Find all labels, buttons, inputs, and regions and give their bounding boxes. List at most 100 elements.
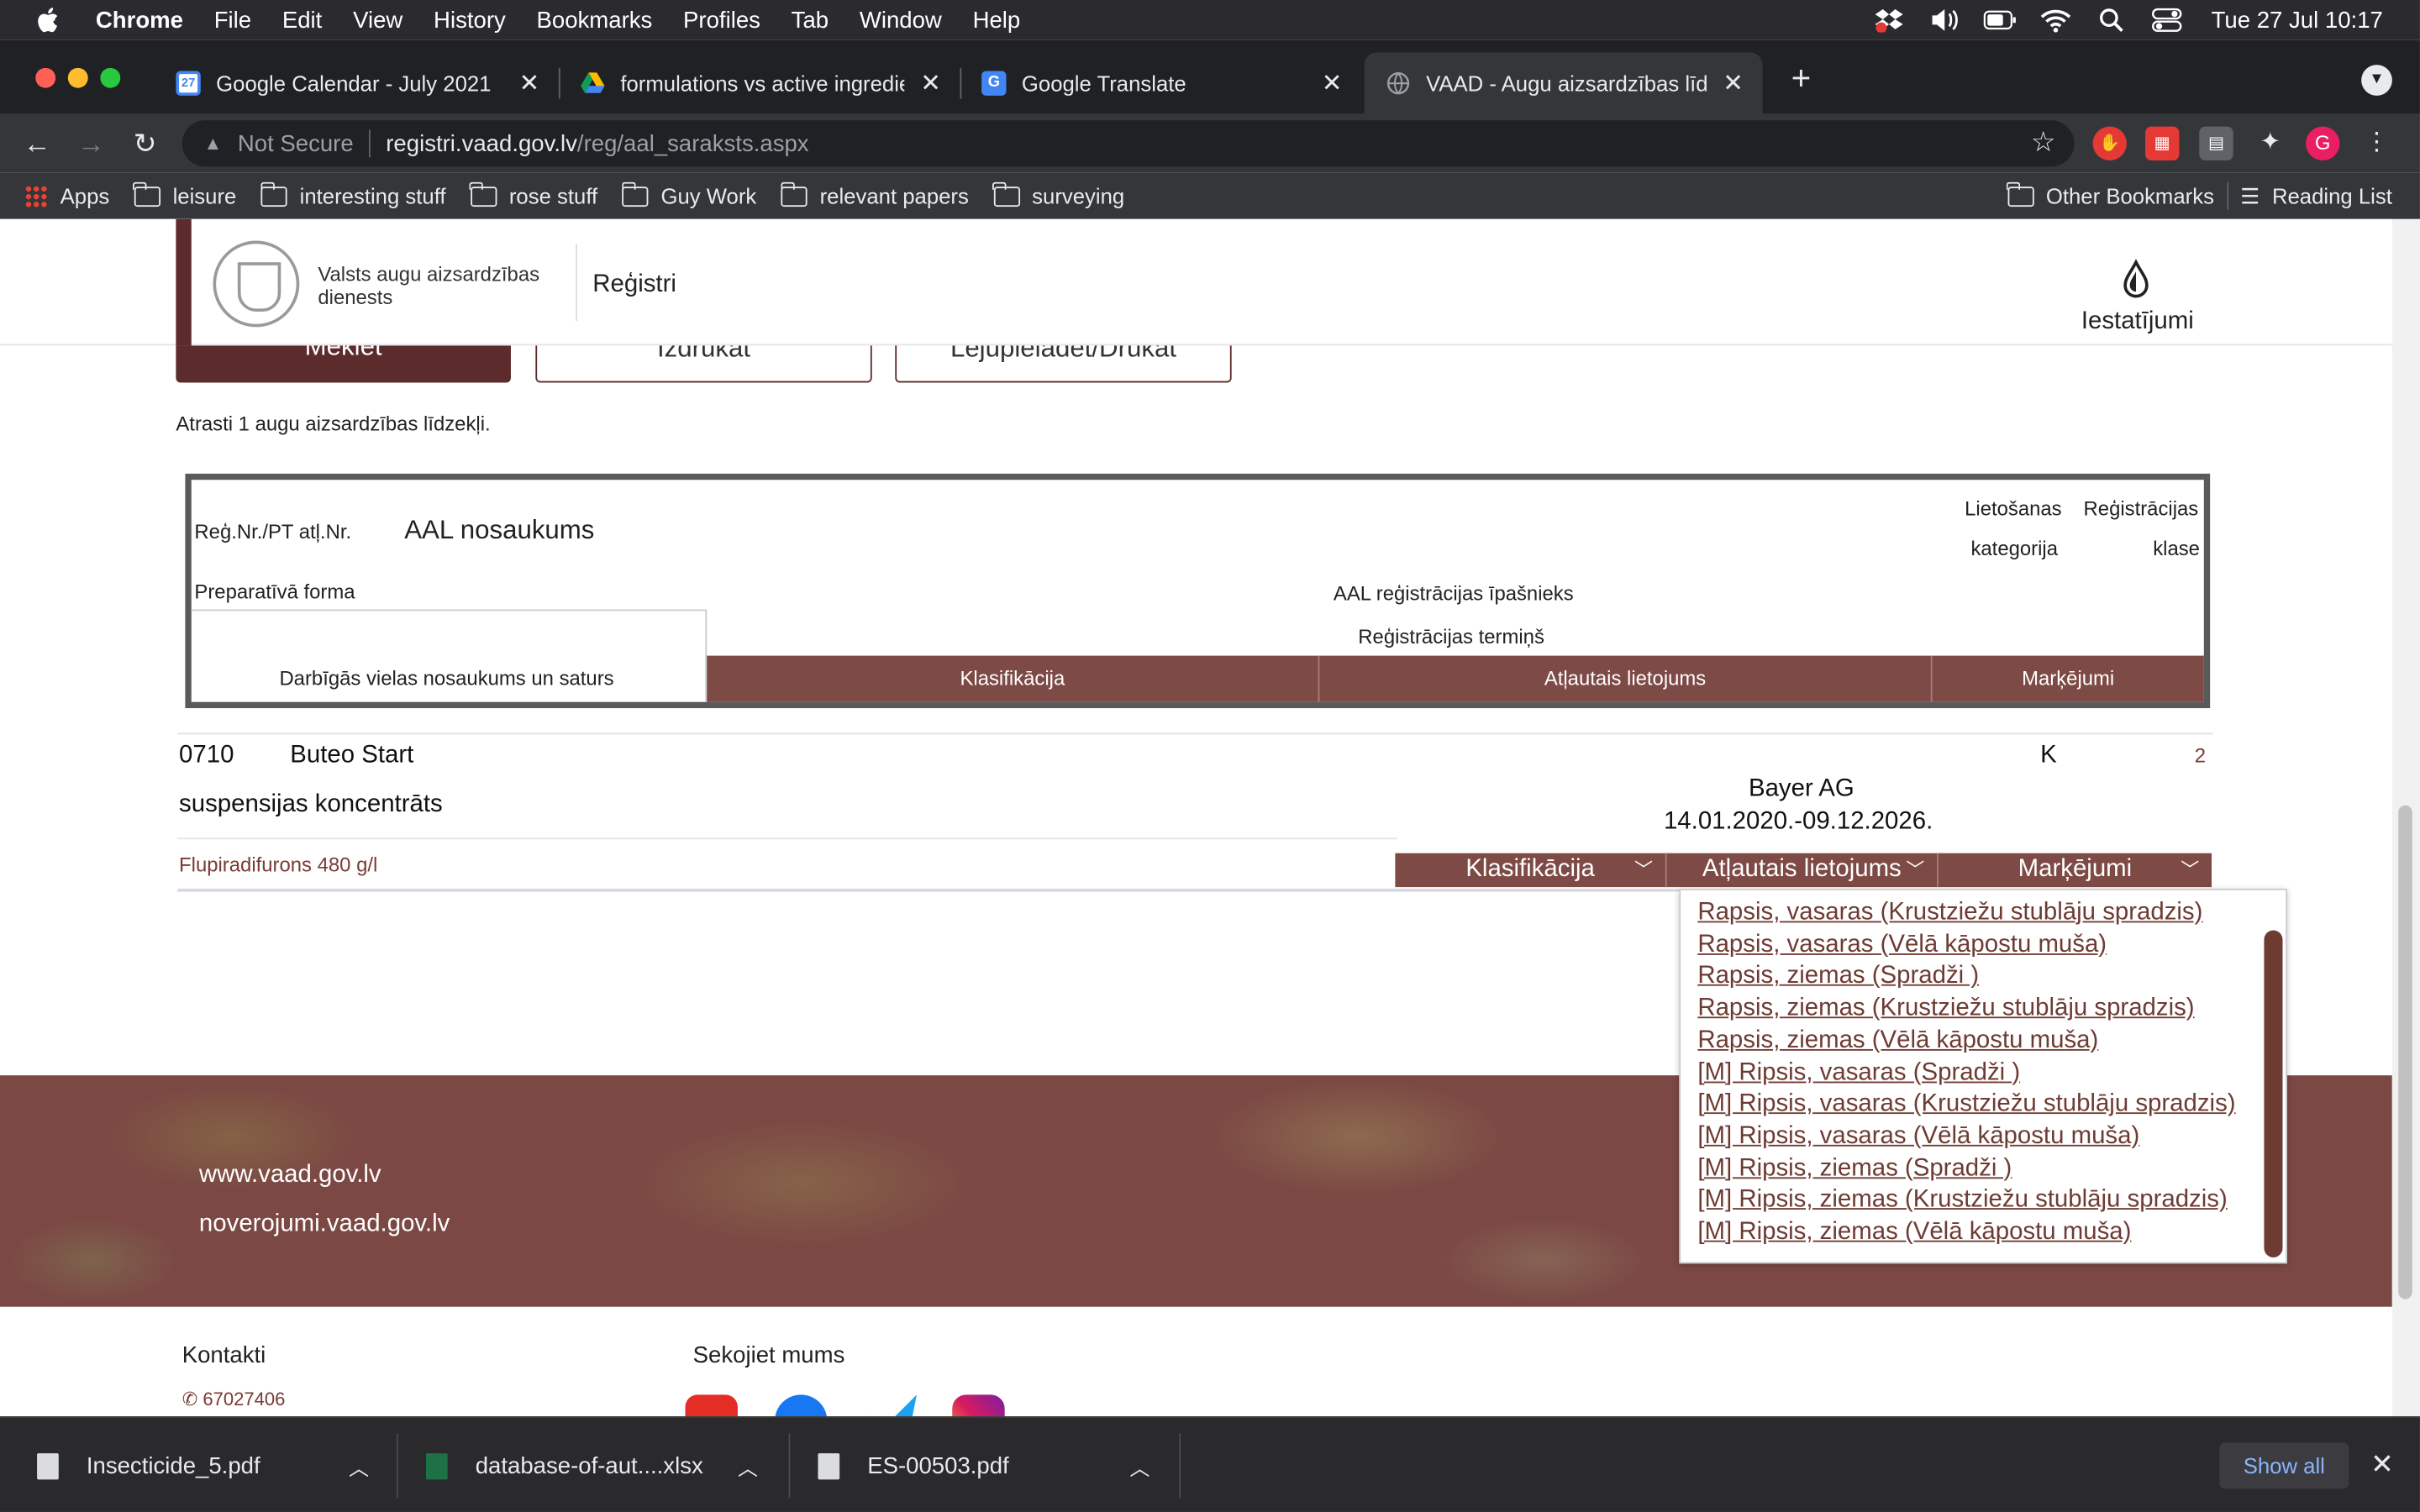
warning-triangle-icon[interactable]: ▲: [201, 133, 225, 155]
result-reg-nr: 0710: [179, 742, 234, 769]
legend-bar: Klasifikācija Atļautais lietojums Marķēj…: [707, 655, 2204, 702]
allowed-use-item[interactable]: [M] Ripsis, vasaras (Vēlā kāpostu muša): [1697, 1123, 2139, 1151]
menu-history[interactable]: History: [434, 7, 506, 33]
phone-link[interactable]: ✆ 67027406: [182, 1389, 286, 1410]
allowed-use-dropdown[interactable]: Atļautais lietojums ﹀: [1667, 853, 1939, 888]
reload-icon[interactable]: ↻: [127, 125, 164, 162]
coat-of-arms-logo[interactable]: [213, 240, 300, 328]
page-scrollbar-thumb[interactable]: [2398, 805, 2412, 1299]
allowed-use-item[interactable]: [M] Ripsis, ziemas (Spradži ): [1697, 1155, 2012, 1183]
allowed-use-item[interactable]: Rapsis, vasaras (Vēlā kāpostu muša): [1697, 932, 2107, 959]
allowed-use-item[interactable]: Rapsis, vasaras (Krustziežu stublāju spr…: [1697, 900, 2202, 927]
minimize-window-button[interactable]: [67, 67, 88, 88]
apple-icon[interactable]: [34, 0, 61, 40]
spotlight-icon[interactable]: [2094, 6, 2128, 34]
tab-vaad[interactable]: VAAD - Augu aizsardzības līdzekļi ✕: [1364, 52, 1763, 114]
allowed-use-item[interactable]: Rapsis, ziemas (Spradži ): [1697, 963, 1979, 991]
menu-help[interactable]: Help: [973, 7, 1021, 33]
tab-search-icon[interactable]: ▼: [2361, 65, 2392, 96]
not-secure-label[interactable]: Not Secure: [238, 130, 354, 156]
menu-tab[interactable]: Tab: [792, 7, 829, 33]
menu-bar-clock[interactable]: Tue 27 Jul 10:17: [2212, 7, 2383, 33]
close-download-shelf-icon[interactable]: ✕: [2370, 1449, 2394, 1482]
forward-arrow-icon[interactable]: →: [72, 125, 109, 162]
bookmarks-divider: [2226, 181, 2228, 210]
tab-google-calendar[interactable]: 27 Google Calendar - July 2021 ✕: [155, 52, 559, 113]
chevron-up-icon[interactable]: ︿: [1129, 1452, 1150, 1481]
show-all-downloads-button[interactable]: Show all: [2219, 1442, 2349, 1489]
allowed-use-item[interactable]: [M] Ripsis, vasaras (Krustziežu stublāju…: [1697, 1091, 2235, 1119]
menu-edit[interactable]: Edit: [282, 7, 322, 33]
footer-link-vaad[interactable]: www.vaad.gov.lv: [199, 1162, 381, 1189]
dropdown-scrollbar[interactable]: [2264, 930, 2283, 1257]
chevron-up-icon[interactable]: ︿: [738, 1452, 758, 1481]
allowed-use-item[interactable]: [M] Ripsis, ziemas (Vēlā kāpostu muša): [1697, 1219, 2131, 1247]
bookmark-leisure[interactable]: leisure: [133, 181, 236, 208]
wifi-icon[interactable]: [2039, 6, 2072, 34]
bookmarks-right: Other Bookmarks ☰ Reading List: [1983, 173, 2392, 219]
bookmark-apps[interactable]: Apps: [24, 184, 109, 208]
bookmark-interesting-stuff[interactable]: interesting stuff: [260, 181, 446, 208]
registri-link[interactable]: Reģistri: [592, 271, 676, 299]
legend-usage-category: Lietošanas: [1965, 496, 2062, 520]
zoom-window-button[interactable]: [100, 67, 121, 88]
result-active-ingredient: Flupiradifurons 480 g/l: [179, 853, 378, 877]
twitter-icon[interactable]: [864, 1394, 917, 1417]
menu-bookmarks[interactable]: Bookmarks: [537, 7, 653, 33]
chevron-up-icon[interactable]: ︿: [349, 1452, 369, 1481]
allowed-use-item[interactable]: Rapsis, ziemas (Vēlā kāpostu muša): [1697, 1027, 2098, 1055]
org-name[interactable]: Valsts augu aizsardzības dienests: [318, 262, 565, 308]
allowed-use-item[interactable]: [M] Ripsis, vasaras (Spradži ): [1697, 1059, 2020, 1087]
mendeley-extension-icon[interactable]: ▦: [2145, 126, 2180, 161]
bookmark-star-icon[interactable]: ☆: [2031, 127, 2056, 160]
page-scrollbar[interactable]: [2391, 218, 2420, 1417]
menu-chrome[interactable]: Chrome: [96, 7, 183, 33]
omnibox-divider: [369, 129, 371, 158]
footer-link-observations[interactable]: noverojumi.vaad.gov.lv: [199, 1211, 450, 1239]
address-bar[interactable]: ▲ Not Secure registri.vaad.gov.lv/reg/aa…: [182, 120, 2075, 167]
bookmark-rose-stuff[interactable]: rose stuff: [470, 181, 597, 208]
adblock-extension-icon[interactable]: ✋: [2092, 126, 2127, 161]
instagram-icon[interactable]: [952, 1394, 1005, 1417]
close-window-button[interactable]: [35, 67, 56, 88]
labelling-dropdown[interactable]: Marķējumi ﹀: [1939, 853, 2212, 887]
facebook-icon[interactable]: [775, 1394, 828, 1417]
bookmark-surveying[interactable]: surveying: [992, 181, 1124, 208]
tab-formulations[interactable]: formulations vs active ingredients ✕: [559, 52, 960, 113]
header-divider: [576, 244, 577, 322]
close-tab-icon[interactable]: ✕: [1719, 68, 1747, 99]
legend-term: Reģistrācijas termiņš: [1358, 624, 1544, 648]
menu-profiles[interactable]: Profiles: [683, 7, 760, 33]
download-item[interactable]: Insecticide_5.pdf ︿: [37, 1418, 386, 1512]
tab-google-translate[interactable]: G Google Translate ✕: [960, 52, 1361, 113]
settings-link[interactable]: Iestatījumi: [2053, 308, 2223, 336]
dropbox-icon[interactable]: [1872, 6, 1906, 34]
document-extension-icon[interactable]: ▤: [2199, 126, 2233, 161]
bookmark-other[interactable]: Other Bookmarks: [2007, 181, 2214, 208]
close-tab-icon[interactable]: ✕: [515, 68, 543, 99]
control-center-icon[interactable]: [2149, 6, 2183, 34]
allowed-use-item[interactable]: [M] Ripsis, ziemas (Krustziežu stublāju …: [1697, 1187, 2227, 1215]
reading-list-button[interactable]: ☰ Reading List: [2240, 183, 2392, 209]
download-item[interactable]: ES-00503.pdf ︿: [818, 1418, 1166, 1512]
menu-view[interactable]: View: [353, 7, 402, 33]
extensions-puzzle-icon[interactable]: ✦: [2254, 127, 2287, 160]
menu-file[interactable]: File: [214, 7, 251, 33]
new-tab-button[interactable]: +: [1781, 59, 1822, 99]
chrome-menu-icon[interactable]: ⋮: [2360, 127, 2393, 160]
profile-avatar[interactable]: G: [2306, 126, 2340, 161]
bookmark-guy-work[interactable]: Guy Work: [621, 181, 756, 208]
menu-window[interactable]: Window: [860, 7, 942, 33]
bookmark-relevant-papers[interactable]: relevant papers: [780, 181, 969, 208]
download-item[interactable]: database-of-aut....xlsx ︿: [425, 1418, 775, 1512]
battery-icon[interactable]: [1983, 6, 2017, 34]
back-arrow-icon[interactable]: ←: [18, 125, 55, 162]
volume-icon[interactable]: [1928, 6, 1961, 34]
download-separator: [788, 1433, 791, 1499]
close-tab-icon[interactable]: ✕: [917, 68, 944, 99]
classification-dropdown[interactable]: Klasifikācija ﹀: [1395, 853, 1667, 888]
close-tab-icon[interactable]: ✕: [1318, 68, 1346, 99]
youtube-icon[interactable]: [685, 1394, 738, 1417]
droplet-icon[interactable]: [2119, 259, 2153, 300]
allowed-use-item[interactable]: Rapsis, ziemas (Krustziežu stublāju spra…: [1697, 995, 2194, 1023]
